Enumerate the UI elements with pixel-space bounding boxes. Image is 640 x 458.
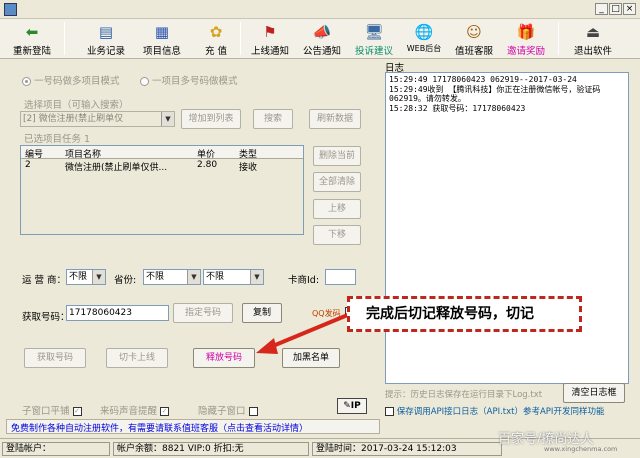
ip-icon[interactable]: ✎IP	[337, 398, 367, 414]
announcement-button[interactable]: 📣 公告通知	[298, 20, 346, 58]
chevron-down-icon: ▼	[187, 270, 200, 284]
project-select-label: 选择项目（可输入搜索）	[24, 100, 129, 111]
log-textarea[interactable]: 15:29:49 17178060423 062919--2017-03-24 …	[385, 72, 629, 384]
toolbar: ⬅ 重新登陆 ▤ 业务记录 ▦ 项目信息 ✿ 充 值 ⚑ 上线通知 📣 公告通知…	[0, 19, 640, 59]
recharge-button[interactable]: ✿ 充 值	[196, 20, 236, 58]
save-api-log-option[interactable]: 保存调用API接口日志（API.txt）参考API开发同样功能	[385, 405, 604, 417]
hide-windows-checkbox[interactable]	[248, 407, 258, 416]
support-button[interactable]: ☺ 值班客服	[450, 20, 498, 58]
toolbar-divider	[558, 22, 559, 55]
move-up-button[interactable]: 上移	[313, 199, 361, 219]
hide-windows-option[interactable]: 隐藏子窗口	[198, 403, 258, 417]
save-api-log-checkbox[interactable]	[385, 407, 394, 416]
balance-status: 帐户余额：8821 VIP:0 折扣:无	[113, 442, 309, 456]
grid-icon: ▦	[154, 23, 170, 41]
clear-log-button[interactable]: 清空日志框	[563, 383, 625, 403]
tile-windows-checkbox[interactable]: ✓	[72, 407, 82, 416]
megaphone-icon: 📣	[312, 23, 332, 41]
province-select[interactable]: 不限 ▼	[143, 269, 201, 285]
close-button[interactable]: ×	[623, 3, 636, 15]
get-number-button[interactable]: 获取号码	[24, 348, 86, 368]
table-row[interactable]: 2 微信注册(禁止刷单仅供... 2.80 接收	[21, 159, 303, 173]
exit-icon: ⏏	[585, 23, 601, 41]
sound-alert-option[interactable]: 来码声音提醒 ✓	[100, 403, 170, 417]
log-hint: 提示：历史日志保存在运行目录下Log.txt	[385, 390, 543, 400]
minimize-button[interactable]: _	[595, 3, 608, 15]
project-select[interactable]: [2] 微信注册(禁止刷单仅 ▼	[20, 111, 175, 127]
project-info-button[interactable]: ▦ 项目信息	[138, 20, 186, 58]
flag-icon: ⚑	[263, 23, 277, 41]
chevron-down-icon: ▼	[161, 112, 174, 126]
arrow-head-icon	[256, 338, 278, 354]
toolbar-divider	[64, 22, 65, 55]
back-arrow-icon: ⬅	[25, 23, 39, 41]
move-down-button[interactable]: 下移	[313, 225, 361, 245]
annotation-arrow	[256, 312, 351, 354]
clear-all-button[interactable]: 全部清除	[313, 172, 361, 192]
merchant-id-label: 卡商Id:	[288, 275, 320, 286]
watermark-url: www.xingchenma.com	[544, 445, 618, 453]
arrow-shaft	[267, 312, 351, 350]
delete-current-button[interactable]: 删除当前	[313, 146, 361, 166]
sound-alert-checkbox[interactable]: ✓	[160, 407, 170, 416]
mode-option-multi-number[interactable]: 一项目多号码做模式	[140, 73, 238, 87]
chevron-down-icon: ▼	[92, 270, 105, 284]
account-status: 登陆帐户：	[2, 442, 110, 456]
exit-button[interactable]: ⏏ 退出软件	[568, 20, 618, 58]
online-notice-button[interactable]: ⚑ 上线通知	[246, 20, 294, 58]
annotation-callout: 完成后切记释放号码，切记	[347, 296, 582, 332]
city-select[interactable]: 不限 ▼	[203, 269, 264, 285]
toolbar-divider	[240, 22, 241, 55]
refresh-data-button[interactable]: 刷新数据	[309, 109, 361, 129]
web-admin-button[interactable]: 🌐 WEB后台	[402, 20, 446, 58]
province-label: 省份:	[114, 275, 137, 286]
phone-number-field[interactable]: 17178060423	[66, 305, 169, 321]
number-label: 获取号码：	[22, 312, 70, 323]
carrier-label: 运 营 商：	[22, 275, 67, 286]
title-bar: _ □ ×	[0, 0, 640, 19]
relogin-button[interactable]: ⬅ 重新登陆	[8, 20, 56, 58]
gift-icon: 🎁	[516, 23, 536, 41]
assign-number-button[interactable]: 指定号码	[173, 303, 233, 323]
maximize-button[interactable]: □	[609, 3, 622, 15]
app-icon	[4, 3, 17, 16]
add-to-list-button[interactable]: 增加到列表	[181, 109, 241, 129]
release-number-button[interactable]: 释放号码	[193, 348, 255, 368]
folder-icon: ▤	[98, 23, 114, 41]
chevron-down-icon: ▼	[250, 270, 263, 284]
monitor-icon: 🖥	[364, 23, 384, 41]
notice-bar[interactable]: 免费制作各种自动注册软件，有需要请联系值班客服（点击查看活动详情）	[6, 419, 380, 434]
search-button[interactable]: 搜索	[253, 109, 293, 129]
notice-link[interactable]: 免费制作各种自动注册软件，有需要请联系值班客服（点击查看活动详情）	[11, 421, 308, 434]
merchant-id-input[interactable]	[325, 269, 356, 285]
table-header: 编号 项目名称 单价 类型	[21, 146, 303, 160]
invite-reward-button[interactable]: 🎁 邀请奖励	[502, 20, 550, 58]
switch-card-button[interactable]: 切卡上线	[106, 348, 168, 368]
selected-task-count: 已选项目任务 1	[24, 134, 91, 145]
coins-icon: ✿	[209, 23, 223, 41]
web-icon: 🌐	[414, 23, 434, 41]
business-record-button[interactable]: ▤ 业务记录	[82, 20, 130, 58]
login-time-status: 登陆时间：2017-03-24 15:12:03	[312, 442, 502, 456]
tile-windows-option[interactable]: 子窗口平铺 ✓	[22, 403, 82, 417]
project-table[interactable]: 编号 项目名称 单价 类型 2 微信注册(禁止刷单仅供... 2.80 接收	[20, 145, 304, 235]
mode-option-multi-project[interactable]: 一号码做多项目模式	[22, 73, 120, 87]
carrier-select[interactable]: 不限 ▼	[66, 269, 106, 285]
complaint-button[interactable]: 🖥 投诉建议	[350, 20, 398, 58]
support-icon: ☺	[466, 23, 482, 41]
